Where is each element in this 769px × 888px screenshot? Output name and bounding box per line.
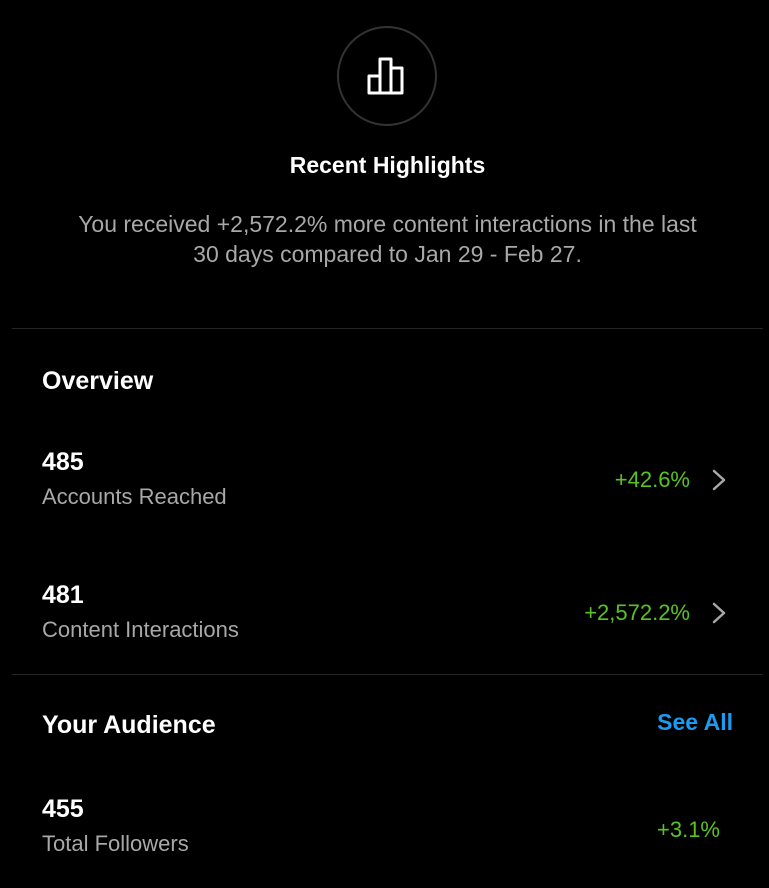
content-interactions-label: Content Interactions [42,617,239,642]
insights-panel: Recent Highlights You received +2,572.2%… [12,10,763,888]
bar-chart-icon [367,57,404,95]
overview-row-content-interactions[interactable]: 481 Content Interactions +2,572.2% [12,581,763,651]
see-all-button[interactable]: See All [657,709,733,736]
overview-section: Overview 485 Accounts Reached +42.6% 481… [12,329,763,674]
overview-row-accounts-reached[interactable]: 485 Accounts Reached +42.6% [12,448,763,518]
total-followers-label: Total Followers [42,831,189,856]
overview-title: Overview [42,367,154,395]
total-followers-change: +3.1% [657,817,720,842]
accounts-reached-change: +42.6% [614,467,690,492]
highlights-icon-circle [337,26,437,126]
highlights-description: You received +2,572.2% more content inte… [78,211,697,267]
highlights-title: Recent Highlights [289,152,486,178]
accounts-reached-label: Accounts Reached [42,484,227,509]
chevron-right-icon[interactable] [710,466,728,494]
chevron-right-icon[interactable] [710,599,728,627]
audience-row-total-followers[interactable]: 455 Total Followers +3.1% [12,795,763,865]
content-interactions-value: 481 [42,581,84,609]
audience-section: Your Audience See All 455 Total Follower… [12,675,763,888]
audience-title: Your Audience [42,711,216,739]
content-interactions-change: +2,572.2% [584,600,690,625]
recent-highlights-card: Recent Highlights You received +2,572.2%… [12,10,763,328]
accounts-reached-value: 485 [42,448,84,476]
total-followers-value: 455 [42,795,84,823]
